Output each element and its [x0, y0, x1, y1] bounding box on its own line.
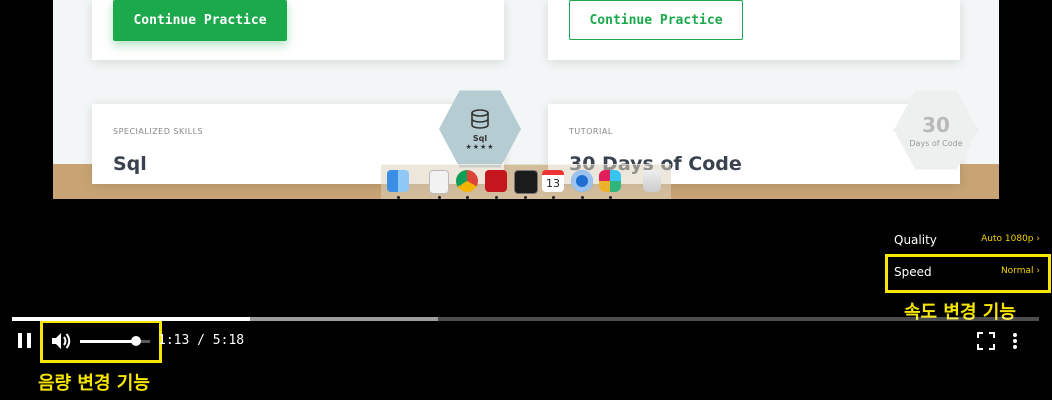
- volume-annotation: 음량 변경 기능: [38, 373, 150, 394]
- chevron-right-icon: ›: [1036, 234, 1040, 244]
- fullscreen-icon[interactable]: [977, 332, 995, 350]
- running-indicator: [495, 196, 498, 199]
- badge-caption: Days of Code: [909, 138, 963, 148]
- running-indicator: [438, 196, 441, 199]
- pause-icon: [18, 333, 22, 348]
- slack-icon[interactable]: [599, 170, 621, 192]
- running-indicator: [397, 196, 400, 199]
- volume-fill: [80, 340, 136, 343]
- finder-icon[interactable]: [387, 170, 409, 192]
- card-subtitle: TUTORIAL: [569, 127, 613, 136]
- video-progress-bar[interactable]: [12, 317, 1039, 321]
- terminal-icon[interactable]: [514, 170, 538, 194]
- practice-card-1: Continue Practice: [92, 0, 504, 60]
- menu-item-label: Quality: [894, 233, 937, 247]
- badge-label: Sql: [472, 133, 488, 143]
- running-indicator: [552, 196, 555, 199]
- acrobat-icon[interactable]: [485, 170, 507, 192]
- badge-number: 30: [922, 112, 950, 137]
- chrome-icon[interactable]: [456, 170, 478, 192]
- badge-stars: ★★★★: [465, 142, 495, 151]
- pause-button[interactable]: [18, 333, 36, 349]
- volume-slider[interactable]: [80, 336, 150, 346]
- embedded-screen: Continue Practice Continue Practice SPEC…: [53, 0, 999, 199]
- card-title: Sql: [113, 153, 147, 175]
- speed-highlight-box: [885, 254, 1051, 293]
- running-indicator: [524, 196, 527, 199]
- calendar-icon[interactable]: 13: [542, 170, 564, 192]
- macos-dock: 13: [381, 164, 671, 199]
- database-icon: [471, 108, 489, 129]
- practice-page: Continue Practice Continue Practice SPEC…: [53, 0, 999, 184]
- card-subtitle: SPECIALIZED SKILLS: [113, 127, 204, 136]
- time-display: 1:13 / 5:18: [158, 333, 245, 348]
- textedit-icon[interactable]: [429, 170, 449, 194]
- practice-card-2: Continue Practice: [548, 0, 960, 60]
- menu-item-value: Auto 1080p ›: [981, 234, 1040, 244]
- continue-practice-button-2[interactable]: Continue Practice: [569, 0, 743, 40]
- running-indicator: [609, 196, 612, 199]
- running-indicator: [581, 196, 584, 199]
- quicktime-icon[interactable]: [571, 170, 593, 192]
- continue-practice-button-1[interactable]: Continue Practice: [113, 0, 287, 41]
- menu-item-quality[interactable]: Quality Auto 1080p ›: [882, 224, 1052, 256]
- progress-played: [12, 317, 251, 321]
- more-options-icon[interactable]: [1012, 332, 1018, 350]
- volume-icon[interactable]: [50, 331, 72, 351]
- volume-knob[interactable]: [131, 336, 141, 346]
- trash-icon[interactable]: [643, 170, 661, 192]
- running-indicator: [466, 196, 469, 199]
